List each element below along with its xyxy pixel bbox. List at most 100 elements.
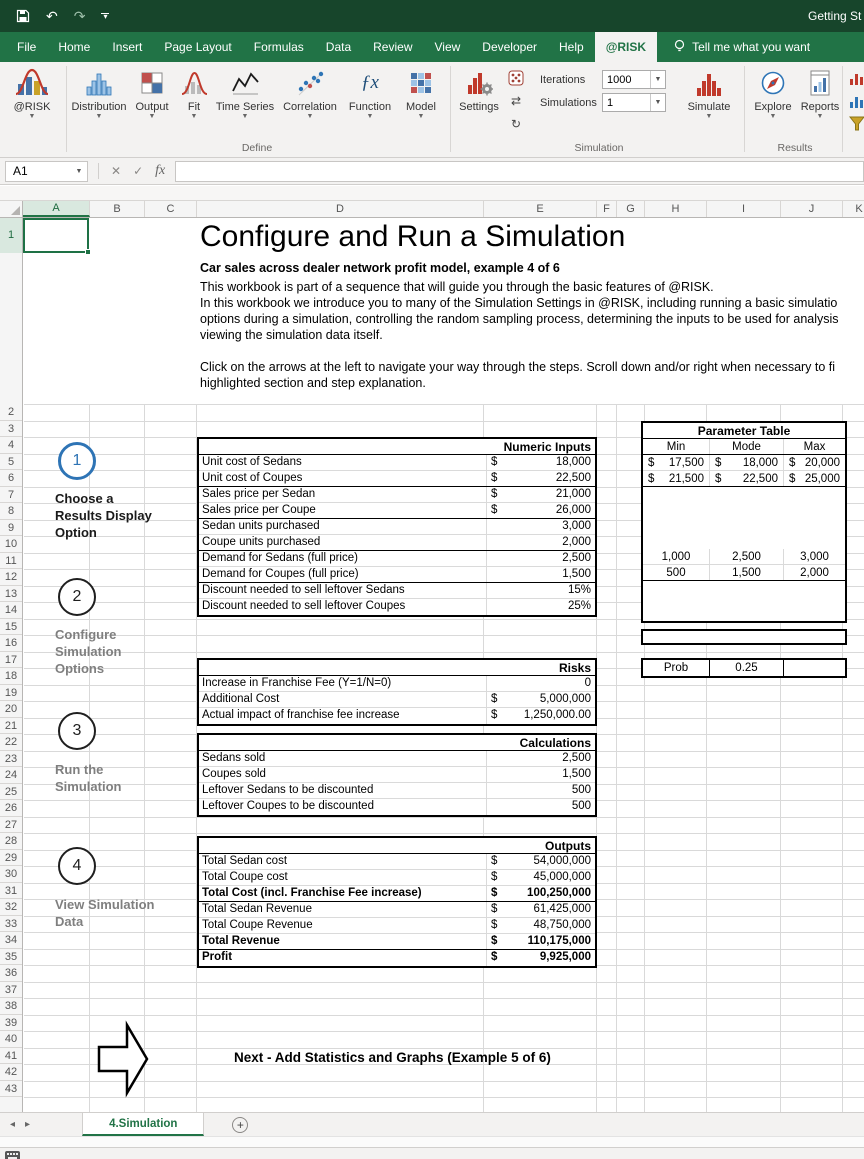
insert-function-icon[interactable]: fx [155,163,165,179]
row-header-4[interactable]: 4 [0,437,22,454]
row-header-23[interactable]: 23 [0,751,22,768]
ribbon-tab-home[interactable]: Home [47,32,101,62]
parameter-row[interactable]: $21,500$22,500$25,000 [643,471,845,487]
ribbon-tab-formulas[interactable]: Formulas [243,32,315,62]
new-sheet-icon[interactable]: + [232,1117,248,1133]
column-header-I[interactable]: I [707,201,781,217]
empty-bordered-row[interactable] [641,629,847,645]
row-header-3[interactable]: 3 [0,421,22,438]
table-row[interactable]: Discount needed to sell leftover Sedans1… [199,583,595,599]
column-header-K[interactable]: K [843,201,864,217]
row-header-17[interactable]: 17 [0,652,22,669]
reports-button[interactable]: Reports ▼ [797,62,843,121]
formula-input[interactable] [175,161,864,182]
table-row[interactable]: Demand for Coupes (full price)1,500 [199,567,595,583]
row-header-11[interactable]: 11 [0,553,22,570]
name-box-dropdown-icon[interactable]: ▼ [71,161,88,182]
select-all-corner[interactable] [0,201,23,217]
ribbon-tab-help[interactable]: Help [548,32,595,62]
row-header-25[interactable]: 25 [0,784,22,801]
row-header-7[interactable]: 7 [0,487,22,504]
row-header-41[interactable]: 41 [0,1048,22,1065]
redo-icon[interactable]: ↷ [74,8,86,25]
table-row[interactable]: Total Revenue$110,175,000 [199,934,595,950]
row-header-37[interactable]: 37 [0,982,22,999]
row-header-22[interactable]: 22 [0,734,22,751]
filter-icon[interactable] [846,114,864,133]
table-row[interactable]: Leftover Coupes to be discounted500 [199,799,595,815]
table-row[interactable]: Additional Cost$5,000,000 [199,692,595,708]
table-row[interactable]: Increase in Franchise Fee (Y=1/N=0)0 [199,676,595,692]
row-header-8[interactable]: 8 [0,503,22,520]
ribbon-tab-view[interactable]: View [424,32,472,62]
column-header-F[interactable]: F [597,201,617,217]
keyboard-mode-icon[interactable] [5,1148,20,1159]
table-row[interactable]: Profit$9,925,000 [199,950,595,966]
save-icon[interactable] [16,9,30,23]
row-header-1[interactable]: 1 [0,218,22,253]
column-header-H[interactable]: H [645,201,707,217]
row-header-27[interactable]: 27 [0,817,22,834]
simulate-button[interactable]: Simulate ▼ [682,62,736,121]
summary-icon[interactable] [846,91,864,110]
table-row[interactable]: Demand for Sedans (full price)2,500 [199,551,595,567]
row-header-43[interactable]: 43 [0,1081,22,1098]
row-header-19[interactable]: 19 [0,685,22,702]
ribbon-tab-data[interactable]: Data [315,32,362,62]
parameter-row[interactable]: 5001,5002,000 [643,565,845,581]
time-series-button[interactable]: Time Series ▼ [214,62,276,121]
column-header-A[interactable]: A [23,201,90,217]
settings-button[interactable]: Settings [456,62,502,113]
row-header-13[interactable]: 13 [0,586,22,603]
row-header-2[interactable]: 2 [0,404,22,421]
column-header-C[interactable]: C [145,201,197,217]
model-button[interactable]: Model ▼ [398,62,444,121]
shuffle-icon[interactable]: ⇄ [505,91,527,110]
row-header-26[interactable]: 26 [0,800,22,817]
iterations-combobox[interactable]: 1000 ▼ [602,70,666,89]
row-header-6[interactable]: 6 [0,470,22,487]
column-header-E[interactable]: E [484,201,597,217]
row-header-42[interactable]: 42 [0,1064,22,1081]
table-row[interactable]: Actual impact of franchise fee increase$… [199,708,595,724]
table-row[interactable]: Total Coupe Revenue$48,750,000 [199,918,595,934]
row-header-20[interactable]: 20 [0,701,22,718]
prob-row[interactable]: Prob 0.25 [641,658,847,678]
enter-icon[interactable]: ✓ [133,164,143,178]
fill-handle[interactable] [85,249,91,255]
ribbon-tab-file[interactable]: File [6,32,47,62]
table-row[interactable]: Unit cost of Sedans$18,000 [199,455,595,471]
table-row[interactable]: Leftover Sedans to be discounted500 [199,783,595,799]
next-step-arrow[interactable] [97,1020,149,1103]
table-row[interactable]: Unit cost of Coupes$22,500 [199,471,595,487]
row-header-21[interactable]: 21 [0,718,22,735]
parameter-row[interactable]: 1,0002,5003,000 [643,549,845,565]
row-header-16[interactable]: 16 [0,635,22,652]
row-header-29[interactable]: 29 [0,850,22,867]
ribbon-tab-insert[interactable]: Insert [101,32,153,62]
explore-button[interactable]: Explore ▼ [750,62,796,121]
simulations-combobox[interactable]: 1 ▼ [602,93,666,112]
ribbon-tab-pagelayout[interactable]: Page Layout [153,32,242,62]
row-header-5[interactable]: 5 [0,454,22,471]
row-header-24[interactable]: 24 [0,767,22,784]
column-header-G[interactable]: G [617,201,645,217]
row-header-12[interactable]: 12 [0,569,22,586]
row-header-18[interactable]: 18 [0,668,22,685]
row-header-35[interactable]: 35 [0,949,22,966]
row-header-39[interactable]: 39 [0,1015,22,1032]
horizontal-scrollbar[interactable] [0,1136,864,1147]
row-header-40[interactable]: 40 [0,1031,22,1048]
table-row[interactable]: Total Sedan Revenue$61,425,000 [199,902,595,918]
parameter-row[interactable]: $17,500$18,000$20,000 [643,455,845,471]
selected-cell-a1[interactable] [23,218,89,253]
table-row[interactable]: Total Cost (incl. Franchise Fee increase… [199,886,595,902]
ribbon-tab-review[interactable]: Review [362,32,423,62]
row-header-10[interactable]: 10 [0,536,22,553]
chevron-down-icon[interactable]: ▼ [650,94,665,111]
atrisk-button[interactable]: @RISK ▼ [6,62,58,121]
undo-icon[interactable]: ↶ [46,8,58,25]
ribbon-tab-developer[interactable]: Developer [471,32,548,62]
table-row[interactable]: Sedans sold2,500 [199,751,595,767]
tell-me-box[interactable]: Tell me what you want [673,32,810,62]
